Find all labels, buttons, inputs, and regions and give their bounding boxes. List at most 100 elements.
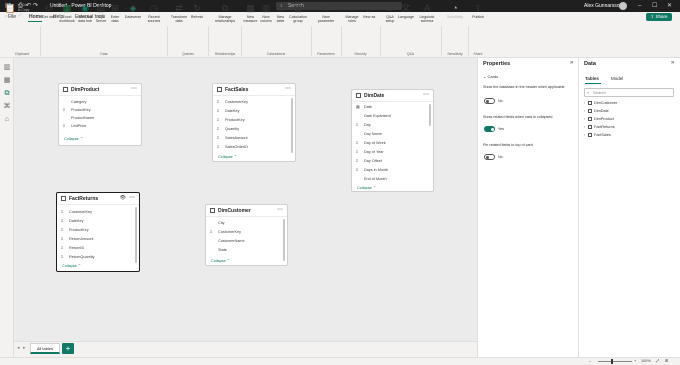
data-tree-item[interactable]: › DimDate	[584, 109, 609, 114]
more-options-icon[interactable]: ⋯	[285, 84, 291, 94]
table-card-factsales[interactable]: FactSales ⋯ Σ CustomerKey Σ DateKey Σ Produ…	[212, 83, 296, 162]
avatar[interactable]	[619, 2, 627, 10]
field-row[interactable]: ▦ Date	[356, 105, 372, 110]
data-tree-item[interactable]: › DimCustomer	[584, 101, 617, 106]
more-options-icon[interactable]: ⋯	[277, 205, 283, 215]
field-row[interactable]: Day Name	[356, 132, 382, 137]
manage-roles-button[interactable]: ☺ Manage roles	[344, 3, 360, 23]
zoom-slider[interactable]	[598, 360, 632, 362]
get-data-button[interactable]: ⛁ Get data	[42, 3, 56, 19]
paste-button[interactable]: 📋 Paste	[4, 3, 16, 19]
field-row[interactable]: State	[210, 248, 227, 253]
dataverse-button[interactable]: ◈ Dataverse	[123, 3, 143, 19]
more-options-icon[interactable]: ⋯	[423, 90, 429, 100]
field-row[interactable]: Σ CustomerKey	[61, 210, 92, 215]
add-layout-button[interactable]: +	[62, 343, 74, 354]
data-tree-item[interactable]: › FactSales	[584, 133, 611, 138]
tab-tables[interactable]: Tables	[585, 76, 599, 81]
user-name[interactable]: Alex Gunnarsson	[584, 0, 622, 12]
field-row[interactable]: ProductName	[63, 116, 94, 121]
dax-query-view-icon[interactable]: ⌘	[3, 103, 11, 111]
close-icon[interactable]: ✕	[667, 0, 672, 12]
table-card-header[interactable]: DimCustomer ⋯	[206, 205, 287, 217]
collapse-link[interactable]: Collapse ⌃	[218, 154, 237, 159]
table-card-header[interactable]: FactSales ⋯	[213, 84, 295, 96]
model-view-icon[interactable]: ⧉	[3, 90, 11, 98]
data-tree-item[interactable]: › FactReturns	[584, 125, 615, 130]
qa-setup-button[interactable]: ⍰ Q&A setup	[383, 3, 397, 23]
tmdl-view-icon[interactable]: ⌂	[3, 116, 11, 124]
field-row[interactable]: Σ Day of Year	[356, 150, 384, 155]
zoom-out-icon[interactable]: –	[589, 357, 591, 365]
zoom-in-icon[interactable]: +	[634, 357, 636, 365]
manage-relationships-button[interactable]: ⧉ Manage relationships	[211, 3, 239, 23]
field-row[interactable]: End of Month	[356, 177, 387, 182]
report-view-icon[interactable]: ▥	[3, 64, 11, 72]
view-as-button[interactable]: ◎ View as	[362, 3, 376, 19]
maximize-icon[interactable]: ☐	[652, 0, 657, 12]
sensitivity-button[interactable]: ◔ Sensitivity	[444, 3, 466, 19]
new-table-button[interactable]: ⊞ New table	[274, 3, 287, 23]
field-row[interactable]: Category	[63, 100, 86, 105]
format-painter-button[interactable]: 🖌	[18, 13, 36, 18]
field-row[interactable]: Σ Day of Week	[356, 141, 386, 146]
toggle-show-database[interactable]	[484, 98, 495, 104]
recent-sources-button[interactable]: ◷ Recent sources	[145, 3, 163, 23]
collapse-link[interactable]: Collapse ⌃	[64, 136, 83, 141]
field-row[interactable]: CustomerName	[210, 239, 245, 244]
field-row[interactable]: Σ ReturnQuantity	[61, 255, 95, 260]
tab-scroll-left-icon[interactable]: ◂	[17, 345, 20, 351]
table-card-header[interactable]: DimProduct ⋯	[59, 84, 141, 96]
field-row[interactable]: Σ SalesAmount	[217, 136, 248, 141]
field-row[interactable]: Σ ReturnID	[61, 246, 84, 251]
field-row[interactable]: Σ ProductKey	[217, 118, 245, 123]
table-card-dimcustomer[interactable]: DimCustomer ⋯ City Σ CustomerKey Customer…	[205, 204, 288, 266]
table-card-dimproduct[interactable]: DimProduct ⋯ Category Σ ProductKey Produc…	[58, 83, 142, 146]
collapse-link[interactable]: Collapse ⌃	[357, 185, 376, 190]
zoom-slider-handle[interactable]	[611, 358, 613, 364]
linguistic-schema-button[interactable]: A Linguistic schema	[415, 3, 439, 23]
field-row[interactable]: Date Equivalent	[356, 114, 391, 119]
transform-data-button[interactable]: ⇄ Transform data	[170, 3, 188, 23]
field-row[interactable]: Σ CustomerKey	[217, 100, 248, 105]
enter-data-button[interactable]: ⊞ Enter data	[109, 3, 121, 23]
scrollbar[interactable]	[291, 98, 293, 153]
eye-icon[interactable]: 👁	[120, 195, 126, 201]
excel-workbook-button[interactable]: ▦ Excel workbook	[59, 3, 75, 23]
field-row[interactable]: Σ Day Offset	[356, 159, 382, 164]
data-tree-item[interactable]: › DimProduct	[584, 117, 614, 122]
table-card-header[interactable]: FactReturns 👁 ⋯	[57, 193, 139, 205]
field-row[interactable]: Σ SalesOrderID	[217, 145, 248, 150]
sql-server-button[interactable]: ▤ SQL Server	[95, 3, 107, 23]
more-options-icon[interactable]: ⋯	[131, 84, 137, 94]
refresh-button[interactable]: ↻ Refresh	[190, 3, 204, 19]
more-options-icon[interactable]: ⋯	[129, 193, 135, 203]
toggle-pin-related-fields[interactable]	[484, 154, 495, 160]
field-row[interactable]: Σ Quantity	[217, 127, 239, 132]
scrollbar[interactable]	[135, 207, 137, 263]
table-view-icon[interactable]: ▦	[3, 77, 11, 85]
collapse-pane-icon[interactable]: »	[671, 60, 674, 66]
publish-button[interactable]: ⇪ Publish	[470, 3, 486, 19]
field-row[interactable]: Σ ProductKey	[63, 108, 91, 113]
tab-model[interactable]: Model	[611, 76, 623, 81]
field-row[interactable]: Σ DateKey	[61, 219, 84, 224]
table-card-header[interactable]: DimDate ⋯	[352, 90, 433, 102]
scrollbar[interactable]	[429, 104, 431, 126]
new-measure-button[interactable]: ▦ New measure	[243, 3, 258, 23]
data-search-input[interactable]: ⌕ Search	[584, 88, 674, 97]
field-row[interactable]: Σ CustomerKey	[210, 230, 241, 235]
share-button[interactable]: ⇪ Share	[646, 13, 672, 21]
table-card-factreturns[interactable]: FactReturns 👁 ⋯ Σ CustomerKey Σ DateKey ΣP…	[56, 192, 140, 272]
field-row[interactable]: Σ UnitPrice	[63, 124, 86, 129]
new-column-button[interactable]: ▥ New column	[259, 3, 273, 23]
field-row[interactable]: Σ Days in Month	[356, 168, 388, 173]
tab-scroll-right-icon[interactable]: ▸	[23, 345, 26, 351]
field-row[interactable]: Σ Day	[356, 123, 371, 128]
language-button[interactable]: 文 Language	[398, 3, 414, 19]
field-row[interactable]: Σ ReturnAmount	[61, 237, 93, 242]
field-row[interactable]: City	[210, 221, 225, 226]
collapse-pane-icon[interactable]: »	[570, 60, 573, 66]
grid-icon[interactable]: ⊞	[665, 357, 668, 365]
minimize-icon[interactable]: –	[638, 0, 641, 12]
